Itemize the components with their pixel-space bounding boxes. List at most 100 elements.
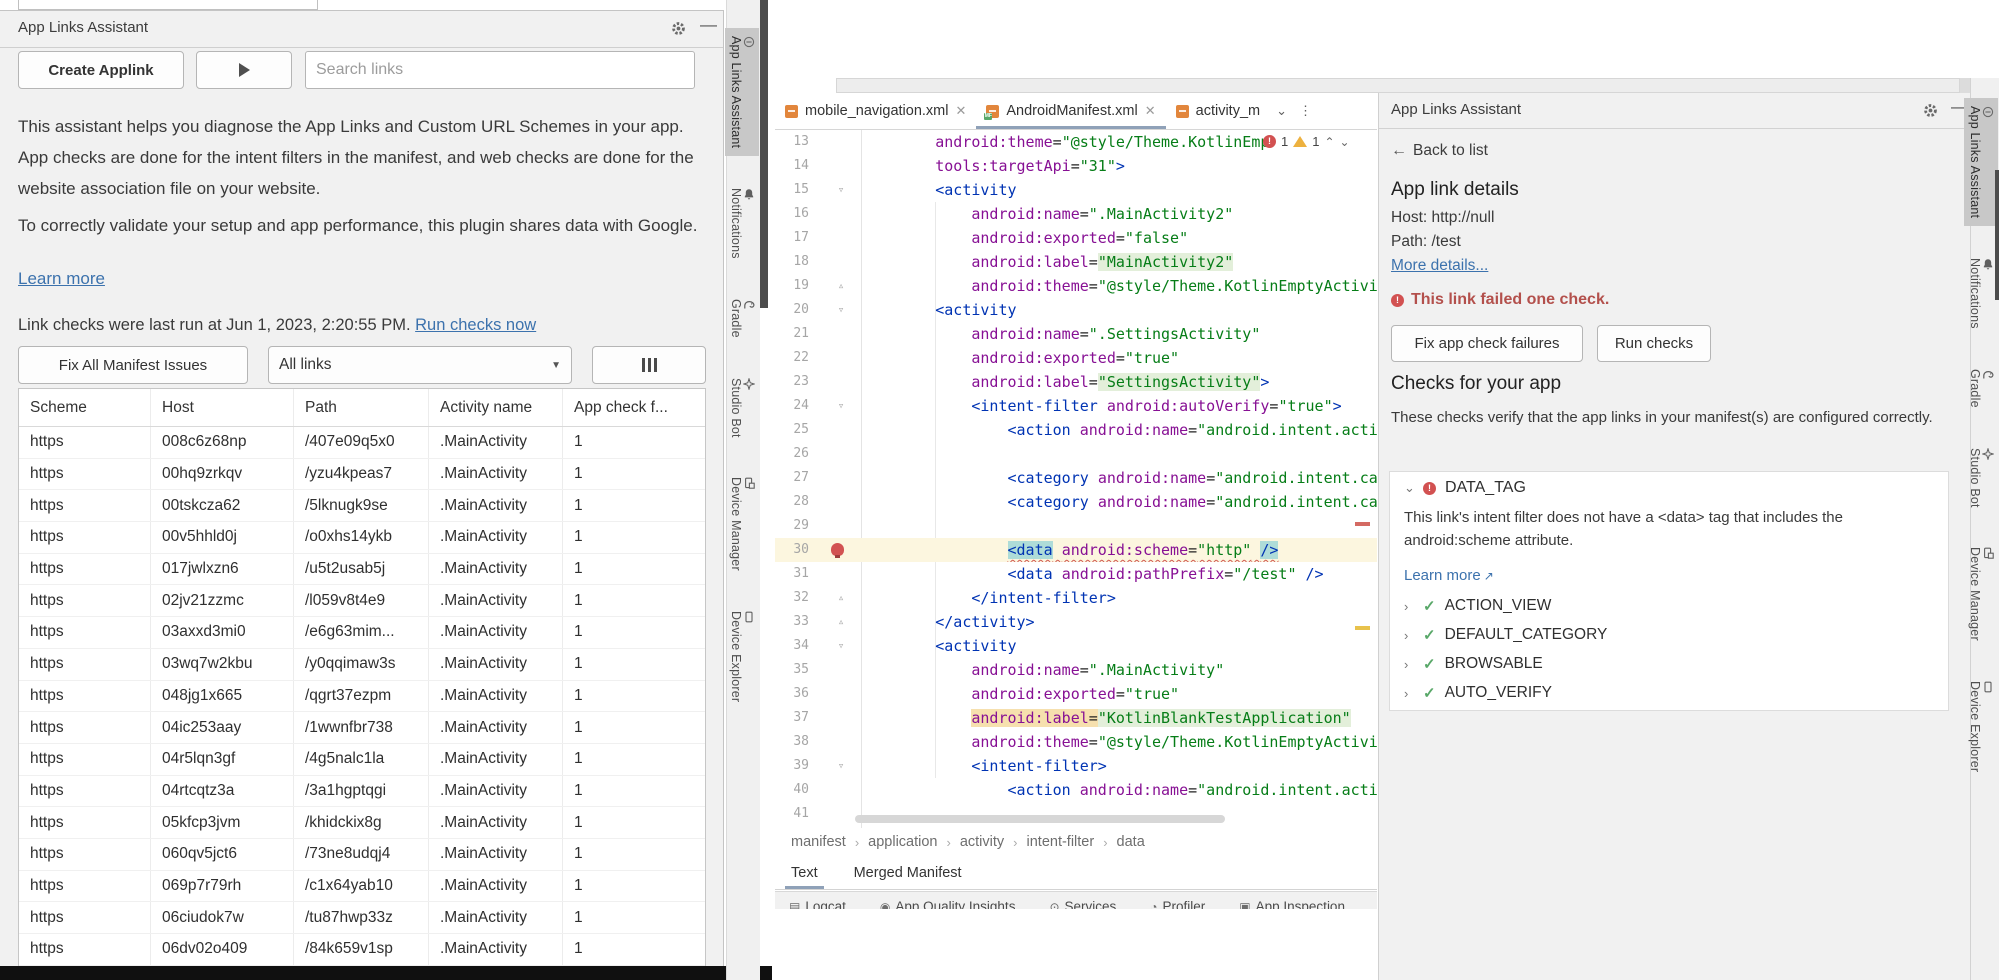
column-header[interactable]: Host xyxy=(151,389,294,426)
table-row[interactable]: https06ciudok7w/tu87hwp33z.MainActivity1 xyxy=(19,902,705,934)
links-filter-dropdown[interactable]: All links ▼ xyxy=(268,346,572,384)
fold-marker-icon[interactable]: ▿ xyxy=(833,394,849,418)
code-line[interactable]: 21 android:name=".SettingsActivity" xyxy=(775,322,1377,346)
fix-all-manifest-issues-button[interactable]: Fix All Manifest Issues xyxy=(18,346,248,384)
table-row[interactable]: https048jg1x665/qgrt37ezpm.MainActivity1 xyxy=(19,681,705,713)
editor-tab-activity_m[interactable]: activity_m xyxy=(1166,93,1270,129)
kebab-menu-icon[interactable]: ⋮ xyxy=(1293,93,1318,129)
fold-marker-icon[interactable]: ▵ xyxy=(833,274,849,298)
horizontal-scrollbar[interactable] xyxy=(855,815,1225,823)
table-row[interactable]: https069p7r79rh/c1x64yab10.MainActivity1 xyxy=(19,871,705,903)
column-settings-button[interactable] xyxy=(592,346,706,384)
tool-strip-tab-device-explorer[interactable]: Device Explorer xyxy=(725,603,759,710)
fold-marker-icon[interactable]: ▿ xyxy=(833,178,849,202)
table-row[interactable]: https00hq9zrkqv/yzu4kpeas7.MainActivity1 xyxy=(19,459,705,491)
error-bulb-icon[interactable] xyxy=(831,543,844,556)
column-header[interactable]: Path xyxy=(294,389,429,426)
run-link-button[interactable] xyxy=(196,51,292,89)
table-row[interactable]: https05kfcp3jvm/khidckix8g.MainActivity1 xyxy=(19,807,705,839)
tool-strip-tab-gradle[interactable]: Gradle xyxy=(1964,361,1999,416)
code-line[interactable]: 22 android:exported="true" xyxy=(775,346,1377,370)
bottom-tool-tab-services[interactable]: ⊙Services xyxy=(1049,892,1116,909)
table-row[interactable]: https017jwlxzn6/u5t2usab5j.MainActivity1 xyxy=(19,554,705,586)
code-line[interactable]: 26 xyxy=(775,442,1377,466)
code-line[interactable]: 14 tools:targetApi="31"> xyxy=(775,154,1377,178)
tool-strip-tab-studio-bot[interactable]: Studio Bot xyxy=(1964,440,1998,516)
search-input[interactable] xyxy=(305,51,695,89)
code-line[interactable]: 40 <action android:name="android.intent.… xyxy=(775,778,1377,802)
learn-more-link[interactable]: Learn more xyxy=(18,269,105,289)
code-line[interactable]: 35 android:name=".MainActivity" xyxy=(775,658,1377,682)
code-line[interactable]: 28 <category android:name="android.inten… xyxy=(775,490,1377,514)
editor-tab-AndroidManifest.xml[interactable]: MFAndroidManifest.xml✕ xyxy=(976,93,1165,129)
tool-strip-tab-app-links-assistant[interactable]: App Links Assistant xyxy=(1964,98,1998,226)
tool-strip-tab-app-links-assistant[interactable]: App Links Assistant xyxy=(725,28,759,156)
column-header[interactable]: App check f... xyxy=(563,389,705,426)
fold-marker-icon[interactable]: ▿ xyxy=(833,298,849,322)
tool-strip-tab-notifications[interactable]: Notifications xyxy=(725,180,759,267)
more-details-link[interactable]: More details... xyxy=(1391,257,1488,275)
code-line[interactable]: 34▿ <activity xyxy=(775,634,1377,658)
code-line[interactable]: 17 android:exported="false" xyxy=(775,226,1377,250)
next-issue-icon[interactable]: ⌄ xyxy=(1340,135,1350,149)
fix-app-check-failures-button[interactable]: Fix app check failures xyxy=(1391,325,1583,362)
code-line[interactable]: 32▵ </intent-filter> xyxy=(775,586,1377,610)
bottom-tool-tab-app-inspection[interactable]: ▣App Inspection xyxy=(1239,892,1345,909)
close-icon[interactable]: ✕ xyxy=(955,103,966,119)
table-row[interactable]: https008c6z68np/407e09q5x0.MainActivity1 xyxy=(19,427,705,459)
code-line[interactable]: 36 android:exported="true" xyxy=(775,682,1377,706)
code-line[interactable]: 23 android:label="SettingsActivity"> xyxy=(775,370,1377,394)
fold-marker-icon[interactable]: ▵ xyxy=(833,586,849,610)
chevron-down-icon[interactable]: ⌄ xyxy=(1270,93,1293,129)
error-stripe-mark[interactable] xyxy=(1355,522,1370,526)
code-line[interactable]: 27 <category android:name="android.inten… xyxy=(775,466,1377,490)
breadcrumb-item[interactable]: application xyxy=(868,834,937,850)
column-header[interactable]: Scheme xyxy=(19,389,151,426)
code-line[interactable]: 38 android:theme="@style/Theme.KotlinEmp… xyxy=(775,730,1377,754)
gear-icon[interactable] xyxy=(1922,102,1939,119)
code-line[interactable]: 37 android:label="KotlinBlankTestApplica… xyxy=(775,706,1377,730)
tool-strip-tab-gradle[interactable]: Gradle xyxy=(725,291,760,346)
view-tab-text[interactable]: Text xyxy=(791,856,818,889)
links-table-header[interactable]: SchemeHostPathActivity nameApp check f..… xyxy=(19,389,705,427)
table-row[interactable]: https03axxd3mi0/e6g63mim....MainActivity… xyxy=(19,617,705,649)
table-row[interactable]: https04rtcqtz3a/3a1hgptqgi.MainActivity1 xyxy=(19,776,705,808)
code-line[interactable]: 39▿ <intent-filter> xyxy=(775,754,1377,778)
passed-check-row[interactable]: ›✓DEFAULT_CATEGORY xyxy=(1404,626,1607,644)
prev-issue-icon[interactable]: ⌃ xyxy=(1324,135,1334,149)
breadcrumb-item[interactable]: intent-filter xyxy=(1027,834,1095,850)
code-line[interactable]: 18 android:label="MainActivity2" xyxy=(775,250,1377,274)
table-row[interactable]: https04r5lqn3gf/4g5nalc1la.MainActivity1 xyxy=(19,744,705,776)
create-applink-button[interactable]: Create Applink xyxy=(18,51,184,89)
code-line[interactable]: 19▵ android:theme="@style/Theme.KotlinEm… xyxy=(775,274,1377,298)
view-tab-merged-manifest[interactable]: Merged Manifest xyxy=(854,856,962,889)
breadcrumb-item[interactable]: activity xyxy=(960,834,1004,850)
gear-icon[interactable] xyxy=(670,20,687,37)
breadcrumb-item[interactable]: data xyxy=(1117,834,1145,850)
code-line[interactable]: 20▿ <activity xyxy=(775,298,1377,322)
table-row[interactable]: https06dv02o409/84k659v1sp.MainActivity1 xyxy=(19,934,705,966)
fold-marker-icon[interactable]: ▵ xyxy=(833,610,849,634)
breadcrumb-item[interactable]: manifest xyxy=(791,834,846,850)
code-line[interactable]: 25 <action android:name="android.intent.… xyxy=(775,418,1377,442)
table-row[interactable]: https03wq7w2kbu/y0qqimaw3s.MainActivity1 xyxy=(19,649,705,681)
tool-strip-tab-device-manager[interactable]: Device Manager xyxy=(1964,539,1998,649)
table-row[interactable]: https00v5hhld0j/o0xhs14ykb.MainActivity1 xyxy=(19,522,705,554)
table-row[interactable]: https04ic253aay/1wwnfbr738.MainActivity1 xyxy=(19,712,705,744)
inspection-widget[interactable]: ! 1 1 ⌃ ⌄ xyxy=(1263,134,1350,149)
tool-strip-tab-device-explorer[interactable]: Device Explorer xyxy=(1964,673,1998,780)
back-to-list-link[interactable]: ←Back to list xyxy=(1391,142,1488,160)
warning-stripe-mark[interactable] xyxy=(1355,626,1370,630)
bottom-tool-tab-logcat[interactable]: ▤Logcat xyxy=(789,892,846,909)
passed-check-row[interactable]: ›✓ACTION_VIEW xyxy=(1404,597,1551,615)
code-line[interactable]: 15▿ <activity xyxy=(775,178,1377,202)
tool-strip-tab-device-manager[interactable]: Device Manager xyxy=(725,469,759,579)
table-row[interactable]: https02jv21zzmc/l059v8t4e9.MainActivity1 xyxy=(19,585,705,617)
column-header[interactable]: Activity name xyxy=(429,389,563,426)
passed-check-row[interactable]: ›✓BROWSABLE xyxy=(1404,655,1543,673)
passed-check-row[interactable]: ›✓AUTO_VERIFY xyxy=(1404,684,1552,702)
failed-check-row[interactable]: ⌄ ! DATA_TAG xyxy=(1404,479,1526,497)
editor-tab-mobile_navigation.xml[interactable]: mobile_navigation.xml✕ xyxy=(775,93,976,129)
close-icon[interactable]: ✕ xyxy=(1145,103,1156,119)
tool-strip-tab-studio-bot[interactable]: Studio Bot xyxy=(725,370,759,446)
